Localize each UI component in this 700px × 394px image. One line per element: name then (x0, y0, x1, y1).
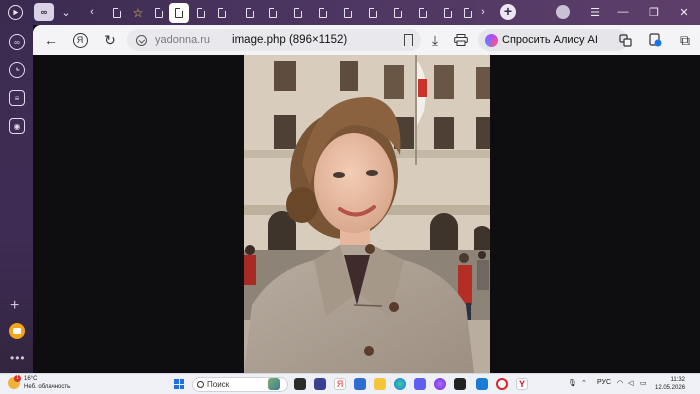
tab[interactable] (214, 4, 230, 21)
store-icon[interactable] (354, 378, 366, 390)
wifi-icon[interactable]: ◠ (617, 379, 623, 387)
back-arrow-icon[interactable]: ← (42, 31, 60, 49)
tab[interactable] (193, 4, 209, 21)
tab[interactable] (415, 4, 431, 21)
document-icon (444, 7, 452, 18)
tab[interactable] (151, 4, 167, 21)
tabs-menu-button[interactable]: ∞ (34, 3, 54, 21)
tab[interactable] (440, 4, 456, 21)
document-icon (344, 7, 352, 18)
document-icon (155, 7, 163, 18)
bookmark-icon[interactable] (404, 34, 413, 46)
folder-icon[interactable] (374, 378, 386, 390)
weather-temperature: 16°C (24, 376, 38, 382)
weather-badge: 1 (14, 375, 21, 382)
refresh-icon[interactable]: ↻ (101, 31, 119, 49)
document-icon (269, 7, 277, 18)
add-icon[interactable]: + (10, 297, 19, 315)
extensions-icon[interactable]: ⧉ (676, 31, 694, 49)
play-icon[interactable] (8, 5, 23, 20)
address-bar: ← Я ↻ yadonna.ru image.php (896×1152) ⤓ … (33, 25, 700, 55)
clock-date: 12.05.2026 (655, 385, 686, 391)
document-icon (419, 7, 427, 18)
history-icon[interactable] (9, 62, 25, 78)
close-icon[interactable]: ✕ (675, 3, 693, 21)
yandex-icon-taskbar[interactable]: Y (516, 378, 528, 390)
task-view-icon[interactable] (294, 378, 306, 390)
document-icon (319, 7, 327, 18)
notes-icon[interactable]: ≡ (9, 90, 25, 106)
sidebar: ∞ ≡ ◉ + ••• (0, 25, 33, 373)
profile-avatar[interactable] (556, 5, 570, 19)
edge-icon[interactable] (394, 378, 406, 390)
new-tab-button[interactable]: + (500, 4, 516, 20)
document-icon (369, 7, 377, 18)
weather-condition: Неб. облачность (24, 384, 71, 390)
opera-icon[interactable] (496, 378, 508, 390)
app-icon-3[interactable] (454, 378, 466, 390)
scroll-tabs-right-icon[interactable]: › (474, 3, 492, 21)
document-icon (246, 7, 254, 18)
tab[interactable] (340, 4, 356, 21)
document-icon (175, 8, 183, 18)
restore-icon[interactable]: ❐ (645, 3, 663, 21)
document-icon (113, 7, 121, 18)
yandex-browser-icon[interactable]: Я (334, 378, 346, 390)
document-icon (218, 7, 226, 18)
scroll-tabs-left-icon[interactable]: ‹ (83, 3, 101, 21)
url-field[interactable]: yadonna.ru image.php (896×1152) (127, 29, 421, 51)
download-icon[interactable]: ⤓ (426, 31, 444, 49)
app-icon-4[interactable] (476, 378, 488, 390)
tab[interactable] (242, 4, 258, 21)
portrait-photo[interactable] (244, 55, 490, 373)
tab[interactable] (315, 4, 331, 21)
image-viewer (33, 55, 700, 373)
tab-active[interactable] (169, 3, 189, 23)
more-icon[interactable]: ••• (10, 351, 26, 365)
shield-icon[interactable] (646, 31, 664, 49)
screenshot-icon[interactable]: ◉ (9, 118, 25, 134)
windows-start-icon[interactable] (174, 379, 184, 389)
tab[interactable] (365, 4, 381, 21)
widgets-icon[interactable] (268, 378, 280, 390)
document-icon (197, 7, 205, 18)
mail-icon[interactable] (9, 323, 25, 339)
url-domain: yadonna.ru (155, 34, 211, 46)
language-indicator[interactable]: РУС (597, 379, 611, 386)
collections-icon[interactable]: ∞ (9, 34, 25, 50)
document-icon (464, 7, 472, 18)
taskbar: 1 16°C Неб. облачность Поиск Я Y 🎙 ⌃ РУС… (0, 373, 700, 394)
clock-time: 11:32 (670, 377, 686, 383)
tab[interactable]: ☆ (130, 4, 146, 21)
tab[interactable] (109, 4, 125, 21)
page-title: image.php (896×1152) (232, 34, 348, 46)
infinity-icon: ∞ (40, 7, 48, 17)
volume-icon[interactable]: ◁ (628, 379, 633, 387)
translate-icon[interactable] (616, 31, 634, 49)
app-icon[interactable] (314, 378, 326, 390)
chevron-down-icon[interactable]: ⌄ (57, 3, 75, 21)
menu-icon[interactable]: ☰ (586, 3, 604, 21)
document-icon (394, 7, 402, 18)
tab[interactable] (290, 4, 306, 21)
app-icon-2[interactable] (414, 378, 426, 390)
tab[interactable] (390, 4, 406, 21)
ask-alice-label: Спросить Алису AI (502, 34, 598, 46)
alice-app-icon[interactable] (434, 378, 446, 390)
alice-icon (485, 33, 498, 47)
print-icon[interactable] (452, 31, 470, 49)
clock[interactable]: 11:32 12.05.2026 (655, 376, 685, 392)
mic-icon[interactable]: 🎙 (568, 379, 577, 387)
taskbar-search-placeholder: Поиск (207, 380, 230, 389)
document-icon (294, 7, 302, 18)
star-icon: ☆ (132, 5, 144, 20)
ask-alice-button[interactable]: Спросить Алису AI (478, 29, 628, 51)
yandex-icon[interactable]: Я (71, 31, 89, 49)
minimize-icon[interactable]: — (614, 3, 632, 21)
lock-icon (136, 34, 147, 46)
tab[interactable] (265, 4, 281, 21)
tab-strip: ∞ ⌄ ‹ ☆ › + ☰ — ❐ ✕ (0, 0, 700, 25)
battery-icon[interactable]: ▭ (640, 379, 647, 387)
tray-chevron-icon[interactable]: ⌃ (581, 379, 587, 387)
